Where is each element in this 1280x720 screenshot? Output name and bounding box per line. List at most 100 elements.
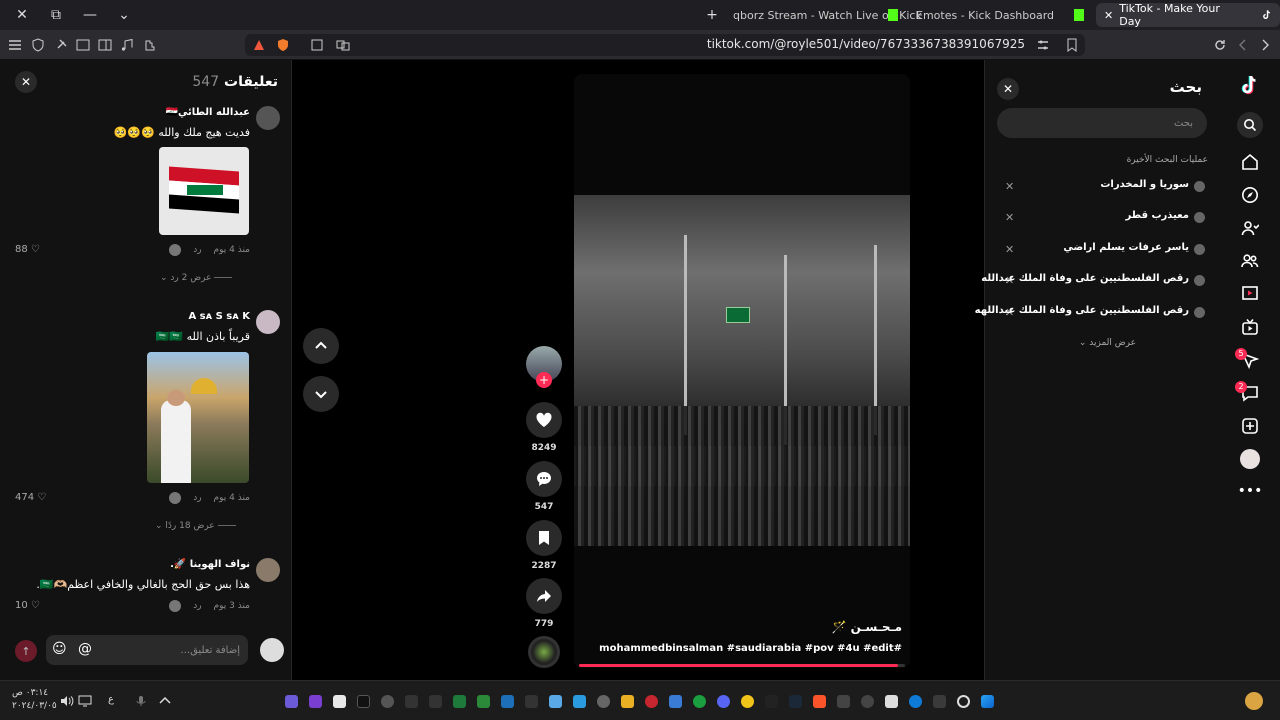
video-hashtags[interactable]: #mohammedbinsalman #saudiarabia #pov #4u… — [599, 643, 902, 654]
forward-icon[interactable] — [1258, 38, 1272, 52]
app-icon-steam-ghost[interactable] — [381, 695, 394, 708]
comment-image-dome[interactable] — [147, 352, 249, 483]
remove-search-icon[interactable]: ✕ — [1005, 211, 1014, 224]
app-icon-opera[interactable] — [645, 695, 658, 708]
show-more-searches[interactable]: عرض المزيد ⌄ — [1079, 338, 1136, 348]
back-icon[interactable] — [1236, 38, 1250, 52]
reply-button[interactable]: رد — [193, 601, 201, 611]
video-canvas[interactable] — [574, 195, 910, 546]
app-icon-aimp[interactable] — [357, 695, 370, 708]
extensions-icon[interactable] — [143, 38, 157, 52]
upload-plus-icon[interactable] — [1239, 415, 1261, 437]
follow-plus-icon[interactable]: + — [536, 372, 552, 388]
view-replies[interactable]: عرض 18 ردًا ⌄ — [155, 521, 240, 531]
explore-compass-icon[interactable] — [1239, 184, 1261, 206]
previous-video-button[interactable] — [303, 328, 339, 364]
avatar[interactable] — [256, 310, 280, 334]
music-icon[interactable] — [120, 38, 134, 52]
app-icon-notepad[interactable] — [333, 695, 346, 708]
tab-kick-extra[interactable] — [1066, 3, 1092, 27]
app-icon-edge[interactable] — [909, 695, 922, 708]
new-tab-plus-icon[interactable]: + — [700, 3, 724, 27]
comment-author[interactable]: A ꜱᴀ S ꜱᴀ K — [188, 311, 250, 322]
app-icon-steam[interactable] — [789, 695, 802, 708]
recent-search-item[interactable]: ✕ معيذرب قطر — [1001, 209, 1209, 229]
recent-search-item[interactable]: ✕ رقص الفلسطنيين على وفاة الملك عبداللهه — [975, 304, 1209, 324]
app-icon-green[interactable] — [477, 695, 490, 708]
close-window-icon[interactable]: ✕ — [10, 3, 34, 27]
chevron-up-icon[interactable] — [158, 695, 172, 707]
view-replies[interactable]: عرض 2 رد ⌄ — [160, 273, 236, 283]
share-button[interactable] — [526, 578, 562, 614]
close-tab-icon[interactable]: ✕ — [1104, 9, 1113, 22]
comment-likes[interactable]: 88 ♡ — [15, 244, 40, 255]
recent-search-item[interactable]: ✕ رقص الفلسطنيين على وفاة الملك عبدالله — [981, 272, 1209, 292]
like-button[interactable] — [526, 402, 562, 438]
app-icon-brave[interactable] — [813, 695, 826, 708]
music-disc-icon[interactable] — [528, 636, 560, 668]
volume-icon[interactable] — [60, 695, 74, 707]
app-icon-proton[interactable] — [285, 695, 298, 708]
more-dots-icon[interactable]: ••• — [1238, 480, 1263, 502]
app-icon-telegram[interactable] — [573, 695, 586, 708]
following-icon[interactable] — [1239, 217, 1261, 239]
app-icon-blue[interactable] — [501, 695, 514, 708]
menu-icon[interactable] — [8, 38, 22, 52]
app-icon-plane[interactable] — [405, 695, 418, 708]
comment-image-iraq-flag[interactable] — [159, 147, 249, 235]
live-tv-icon[interactable] — [1239, 316, 1261, 338]
brave-rewards-icon[interactable] — [252, 38, 266, 52]
comment-author[interactable]: عبدالله الطائي🇮🇶 — [165, 107, 250, 118]
app-icon-dark[interactable] — [765, 695, 778, 708]
minimize-window-icon[interactable]: — — [78, 3, 102, 27]
reply-button[interactable]: رد — [193, 493, 201, 503]
translate-icon[interactable] — [336, 38, 350, 52]
remove-search-icon[interactable]: ✕ — [1005, 180, 1014, 193]
comment-likes[interactable]: 10 ♡ — [15, 600, 40, 611]
profile-avatar[interactable] — [1239, 448, 1261, 470]
video-author[interactable]: مـحـسـن 🪄 — [831, 620, 902, 634]
app-icon-word[interactable] — [669, 695, 682, 708]
save-button[interactable] — [526, 520, 562, 556]
live-videos-icon[interactable] — [1239, 282, 1261, 304]
avatar[interactable] — [256, 558, 280, 582]
bookmark-icon[interactable] — [1065, 38, 1079, 52]
app-icon-discord[interactable] — [717, 695, 730, 708]
restore-window-icon[interactable]: ⧉ — [44, 3, 68, 27]
app-icon-yellow[interactable] — [741, 695, 754, 708]
app-icon-store[interactable] — [885, 695, 898, 708]
shield-icon[interactable] — [31, 38, 45, 52]
search-icon[interactable] — [1237, 112, 1263, 138]
comment-author[interactable]: نواف الهوينا 🚀. — [170, 559, 250, 570]
app-icon-xbox[interactable] — [693, 695, 706, 708]
app-icon-folder[interactable] — [621, 695, 634, 708]
recent-search-item[interactable]: ✕ سوريا و المخدرات — [1001, 178, 1209, 198]
app-icon-explorer[interactable] — [933, 695, 946, 708]
display-icon[interactable] — [78, 695, 92, 707]
home-icon[interactable] — [1239, 151, 1261, 173]
remove-search-icon[interactable]: ✕ — [1005, 243, 1014, 256]
search-input[interactable]: بحث — [997, 108, 1207, 138]
language-indicator[interactable]: ع — [108, 694, 122, 706]
comment-input[interactable]: ☺ @ إضافة تعليق... — [46, 635, 248, 665]
comment-likes[interactable]: 474 ♡ — [15, 492, 46, 503]
app-icon-circle[interactable] — [861, 695, 874, 708]
tray-clock[interactable]: ٠٣:١٤ ص ٢٠٢٤/٠٣/٠٥ — [12, 687, 57, 713]
reader-icon[interactable] — [76, 38, 90, 52]
pin-icon[interactable] — [54, 38, 68, 52]
close-comments-icon[interactable]: ✕ — [15, 71, 37, 93]
mention-icon[interactable]: @ — [78, 641, 92, 657]
sidebar-icon[interactable] — [98, 38, 112, 52]
tab-list-chevron-icon[interactable]: ⌄ — [112, 3, 136, 27]
reload-icon[interactable] — [1213, 38, 1227, 52]
close-search-icon[interactable]: ✕ — [997, 78, 1019, 100]
app-icon-grid[interactable] — [837, 695, 850, 708]
tiktok-logo-icon[interactable] — [1239, 74, 1261, 96]
video-progress-bar[interactable] — [579, 664, 905, 667]
windows-start-icon[interactable] — [981, 695, 994, 708]
next-video-button[interactable] — [303, 376, 339, 412]
friends-icon[interactable] — [1239, 250, 1261, 272]
brave-shield-icon[interactable] — [276, 38, 290, 52]
weather-icon[interactable] — [1245, 692, 1263, 710]
app-icon-settings[interactable] — [597, 695, 610, 708]
